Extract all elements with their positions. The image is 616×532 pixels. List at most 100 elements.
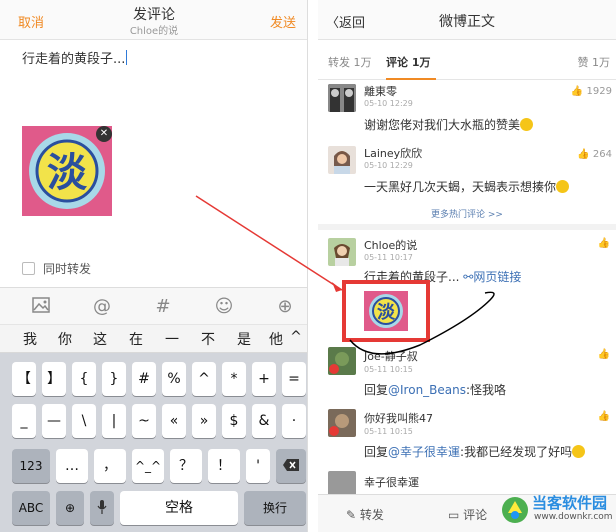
keyboard-key[interactable]: { bbox=[72, 362, 96, 396]
return-key[interactable]: 换行 bbox=[244, 491, 306, 525]
like-button[interactable]: 👍 bbox=[598, 349, 610, 360]
candidate-word[interactable]: 他 bbox=[266, 329, 286, 349]
at-icon[interactable]: @ bbox=[90, 295, 114, 319]
repost-label: 同时转发 bbox=[43, 262, 92, 276]
hashtag-icon[interactable]: # bbox=[151, 295, 175, 319]
comment-text: 回复@Iron_Beans:怪我咯 bbox=[364, 383, 507, 397]
keyboard-key[interactable]: ， bbox=[94, 449, 126, 483]
candidate-word[interactable]: 是 bbox=[234, 329, 254, 349]
space-key[interactable]: 空格 bbox=[120, 491, 238, 525]
web-link[interactable]: ⚯网页链接 bbox=[463, 270, 521, 284]
tab-repost[interactable]: 转发 1万 bbox=[328, 54, 372, 70]
keyboard-key[interactable]: _ bbox=[12, 404, 36, 438]
keyboard-key[interactable]: ？ bbox=[170, 449, 202, 483]
globe-key[interactable]: ⊕ bbox=[56, 491, 84, 525]
comment-author[interactable]: Joe-静子叔 bbox=[364, 348, 418, 364]
image-icon[interactable] bbox=[29, 295, 53, 319]
plus-icon[interactable]: ⊕ bbox=[273, 295, 297, 319]
watermark: 当客软件园 www.downkr.com bbox=[498, 492, 616, 528]
tab-likes[interactable]: 赞 1万 bbox=[578, 54, 611, 70]
keyboard-key[interactable]: 】 bbox=[42, 362, 66, 396]
keyboard-key[interactable]: $ bbox=[222, 404, 246, 438]
comment-author[interactable]: 幸子很幸運 bbox=[364, 474, 419, 490]
keyboard-key[interactable]: } bbox=[102, 362, 126, 396]
candidate-word[interactable]: 这 bbox=[90, 329, 110, 349]
keyboard-key[interactable]: * bbox=[222, 362, 246, 396]
repost-checkbox[interactable] bbox=[22, 262, 35, 275]
like-button[interactable]: 👍 1929 bbox=[571, 86, 612, 97]
candidate-word[interactable]: 一 bbox=[162, 329, 182, 349]
keyboard-key[interactable]: % bbox=[162, 362, 186, 396]
repost-button[interactable]: ✎ 转发 bbox=[346, 506, 384, 523]
keyboard-key[interactable]: \ bbox=[72, 404, 96, 438]
avatar[interactable] bbox=[328, 84, 356, 112]
thumbs-up-icon: 👍 bbox=[597, 238, 610, 249]
smile-emoji-icon bbox=[520, 118, 534, 131]
keyboard-key[interactable]: ~ bbox=[132, 404, 156, 438]
tab-comment[interactable]: 评论 1万 bbox=[386, 54, 430, 70]
attached-image-glyph: 淡 bbox=[47, 150, 88, 196]
avatar[interactable] bbox=[328, 347, 356, 375]
candidate-word[interactable]: 你 bbox=[55, 329, 75, 349]
thumbs-up-icon: 👍 bbox=[597, 349, 610, 360]
more-hot-comments-link[interactable]: 更多热门评论 >> bbox=[318, 207, 616, 220]
comment-image[interactable]: 淡 bbox=[364, 291, 408, 331]
keyboard-key[interactable]: » bbox=[192, 404, 216, 438]
keyboard-key[interactable]: ' bbox=[246, 449, 270, 483]
like-button[interactable]: 👍 bbox=[598, 411, 610, 422]
candidate-word[interactable]: 在 bbox=[126, 329, 146, 349]
remove-image-icon[interactable]: ✕ bbox=[96, 126, 112, 142]
candidate-word[interactable]: 我 bbox=[20, 329, 40, 349]
keyboard-key[interactable]: ^ bbox=[192, 362, 216, 396]
keyboard-key[interactable]: | bbox=[102, 404, 126, 438]
microphone-key[interactable] bbox=[90, 491, 114, 525]
keyboard-key[interactable]: 【 bbox=[12, 362, 36, 396]
mention-link[interactable]: @Iron_Beans bbox=[388, 383, 466, 397]
avatar[interactable] bbox=[328, 409, 356, 437]
keyboard-key[interactable]: … bbox=[56, 449, 88, 483]
comment-button[interactable]: ▭ 评论 bbox=[448, 506, 487, 523]
abc-key[interactable]: ABC bbox=[12, 491, 50, 525]
keyboard-key[interactable]: = bbox=[282, 362, 306, 396]
composer-toolbar: @ # ☺ ⊕ bbox=[0, 287, 307, 325]
comment-text: 一天黑好几次天蝎，天蝎表示想揍你 bbox=[364, 178, 570, 195]
like-button[interactable]: 👍 264 bbox=[577, 149, 612, 160]
comment-composer: 取消 发评论 Chloe的说 发送 行走着的黄段子... 淡 ✕ 同时转发 @ … bbox=[0, 0, 308, 532]
numbers-key[interactable]: 123 bbox=[12, 449, 50, 483]
like-button[interactable]: 👍 bbox=[598, 238, 610, 249]
emoji-icon[interactable]: ☺ bbox=[212, 295, 236, 319]
avatar[interactable] bbox=[328, 238, 356, 266]
comment-time: 05-11 10:17 bbox=[364, 253, 413, 262]
keyboard: 【 】 { } # % ^ * + = _ — \ | ~ « » $ & · … bbox=[0, 353, 307, 532]
link-icon: ⚯ bbox=[463, 270, 474, 284]
candidate-bar: 我 你 这 在 一 不 是 他 ^ bbox=[0, 325, 307, 353]
mention-link[interactable]: @幸子很幸運 bbox=[388, 445, 460, 459]
avatar[interactable] bbox=[328, 146, 356, 174]
comment-text: 行走着的黄段子... bbox=[22, 52, 126, 67]
keyboard-key[interactable]: « bbox=[162, 404, 186, 438]
keyboard-key[interactable]: + bbox=[252, 362, 276, 396]
comment-author[interactable]: Lainey欣欣 bbox=[364, 145, 422, 161]
expand-candidates-button[interactable]: ^ bbox=[286, 329, 306, 345]
repost-checkbox-row[interactable]: 同时转发 bbox=[22, 260, 91, 277]
candidate-word[interactable]: 不 bbox=[198, 329, 218, 349]
comment-time: 05-10 12:29 bbox=[364, 161, 413, 170]
send-button[interactable]: 发送 bbox=[270, 12, 296, 31]
keyboard-key[interactable]: — bbox=[42, 404, 66, 438]
active-tab-indicator bbox=[386, 78, 436, 80]
thumbs-up-icon: 👍 bbox=[577, 149, 590, 160]
comment-text-input[interactable]: 行走着的黄段子... bbox=[22, 48, 128, 67]
keyboard-key[interactable]: ！ bbox=[208, 449, 240, 483]
comment-time: 05-11 10:15 bbox=[364, 365, 413, 374]
backspace-key[interactable] bbox=[276, 449, 306, 483]
comment-author[interactable]: 離東零 bbox=[364, 83, 397, 99]
detail-tabs: 转发 1万 评论 1万 赞 1万 bbox=[318, 40, 616, 80]
keyboard-key[interactable]: & bbox=[252, 404, 276, 438]
keyboard-key[interactable]: ^_^ bbox=[132, 449, 164, 483]
comment-author[interactable]: 你好我叫熊47 bbox=[364, 410, 433, 426]
thumbs-up-icon: 👍 bbox=[570, 86, 584, 97]
keyboard-key[interactable]: · bbox=[282, 404, 306, 438]
watermark-logo-icon bbox=[502, 497, 528, 523]
keyboard-key[interactable]: # bbox=[132, 362, 156, 396]
comment-author[interactable]: Chloe的说 bbox=[364, 237, 417, 253]
